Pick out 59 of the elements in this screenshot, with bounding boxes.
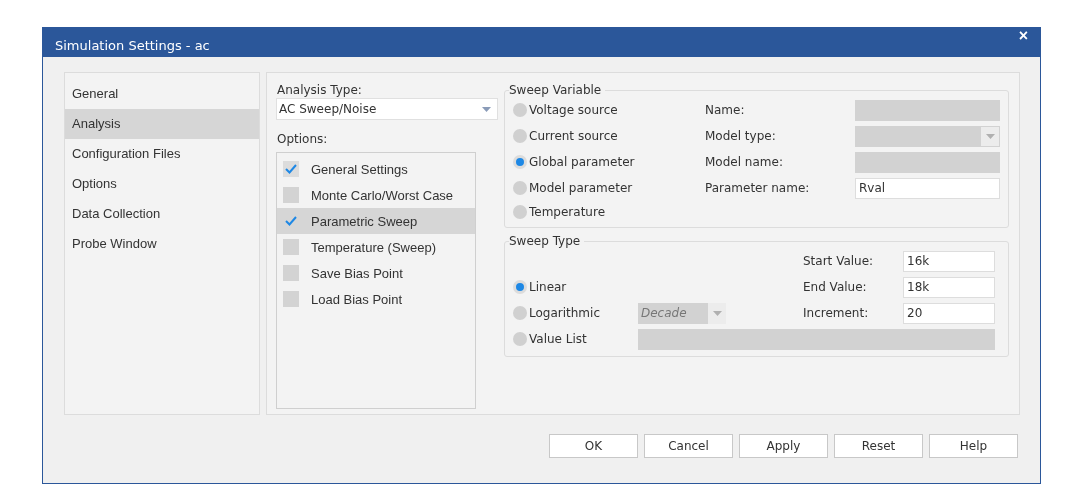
sidebar-item[interactable]: Data Collection: [65, 199, 259, 229]
checkbox[interactable]: [283, 239, 299, 255]
dialog-button[interactable]: Help: [929, 434, 1018, 458]
field-label: End Value:: [803, 280, 868, 294]
radio-button[interactable]: [513, 205, 527, 219]
radio-button[interactable]: [513, 155, 527, 169]
close-button[interactable]: ×: [1014, 28, 1032, 44]
dialog-button[interactable]: Cancel: [644, 434, 733, 458]
radio-option[interactable]: Model parameter: [513, 175, 705, 201]
option-item[interactable]: General Settings: [277, 156, 475, 182]
checkbox[interactable]: [283, 291, 299, 307]
field-label: Model type:: [705, 129, 777, 143]
option-item[interactable]: Monte Carlo/Worst Case: [277, 182, 475, 208]
option-item[interactable]: Save Bias Point: [277, 260, 475, 286]
field-label: Start Value:: [803, 254, 875, 268]
radio-button[interactable]: [513, 129, 527, 143]
field-label: Increment:: [803, 306, 870, 320]
radio-button[interactable]: [513, 332, 527, 346]
checkbox[interactable]: [283, 161, 299, 177]
window-title: Simulation Settings - ac: [55, 36, 210, 53]
dialog-button[interactable]: Reset: [834, 434, 923, 458]
input-field[interactable]: 20: [903, 302, 995, 324]
option-item[interactable]: Temperature (Sweep): [277, 234, 475, 260]
sidebar-item[interactable]: Analysis: [65, 109, 259, 139]
dialog-button[interactable]: Apply: [739, 434, 828, 458]
radio-option[interactable]: Global parameter: [513, 149, 705, 175]
group-title: Sweep Variable: [509, 83, 603, 97]
radio-button[interactable]: [513, 181, 527, 195]
checkbox[interactable]: [283, 187, 299, 203]
radio-option[interactable]: Voltage source: [513, 97, 705, 123]
options-label: Options:: [276, 132, 329, 146]
field-label: Parameter name:: [705, 181, 811, 195]
caret-icon: [985, 133, 995, 139]
caret-icon: [482, 106, 491, 112]
sidebar-item[interactable]: Configuration Files: [65, 139, 259, 169]
input-field[interactable]: Rval: [855, 177, 1000, 199]
group-title: Sweep Type: [509, 234, 582, 248]
analysis-type-label: Analysis Type:: [276, 83, 363, 97]
radio-button[interactable]: [513, 103, 527, 117]
option-item[interactable]: Load Bias Point: [277, 286, 475, 312]
radio-button[interactable]: [513, 306, 527, 320]
sidebar-item[interactable]: General: [65, 79, 259, 109]
radio-button[interactable]: [513, 280, 527, 294]
dialog-button[interactable]: OK: [549, 434, 638, 458]
analysis-type-dropdown[interactable]: AC Sweep/Noise: [276, 98, 498, 120]
radio-option[interactable]: Linear: [513, 274, 638, 300]
sidebar-item[interactable]: Options: [65, 169, 259, 199]
field-label: Name:: [705, 103, 746, 117]
field-label: Model name:: [705, 155, 784, 169]
input-field[interactable]: 18k: [903, 276, 995, 298]
radio-option[interactable]: Value List: [513, 326, 638, 352]
caret-icon: [712, 310, 722, 316]
radio-option[interactable]: Temperature: [513, 201, 705, 223]
radio-option[interactable]: Current source: [513, 123, 705, 149]
radio-option[interactable]: Logarithmic: [513, 300, 638, 326]
option-item[interactable]: Parametric Sweep: [277, 208, 475, 234]
input-field[interactable]: 16k: [903, 250, 995, 272]
checkbox[interactable]: [283, 265, 299, 281]
sidebar-item[interactable]: Probe Window: [65, 229, 259, 259]
